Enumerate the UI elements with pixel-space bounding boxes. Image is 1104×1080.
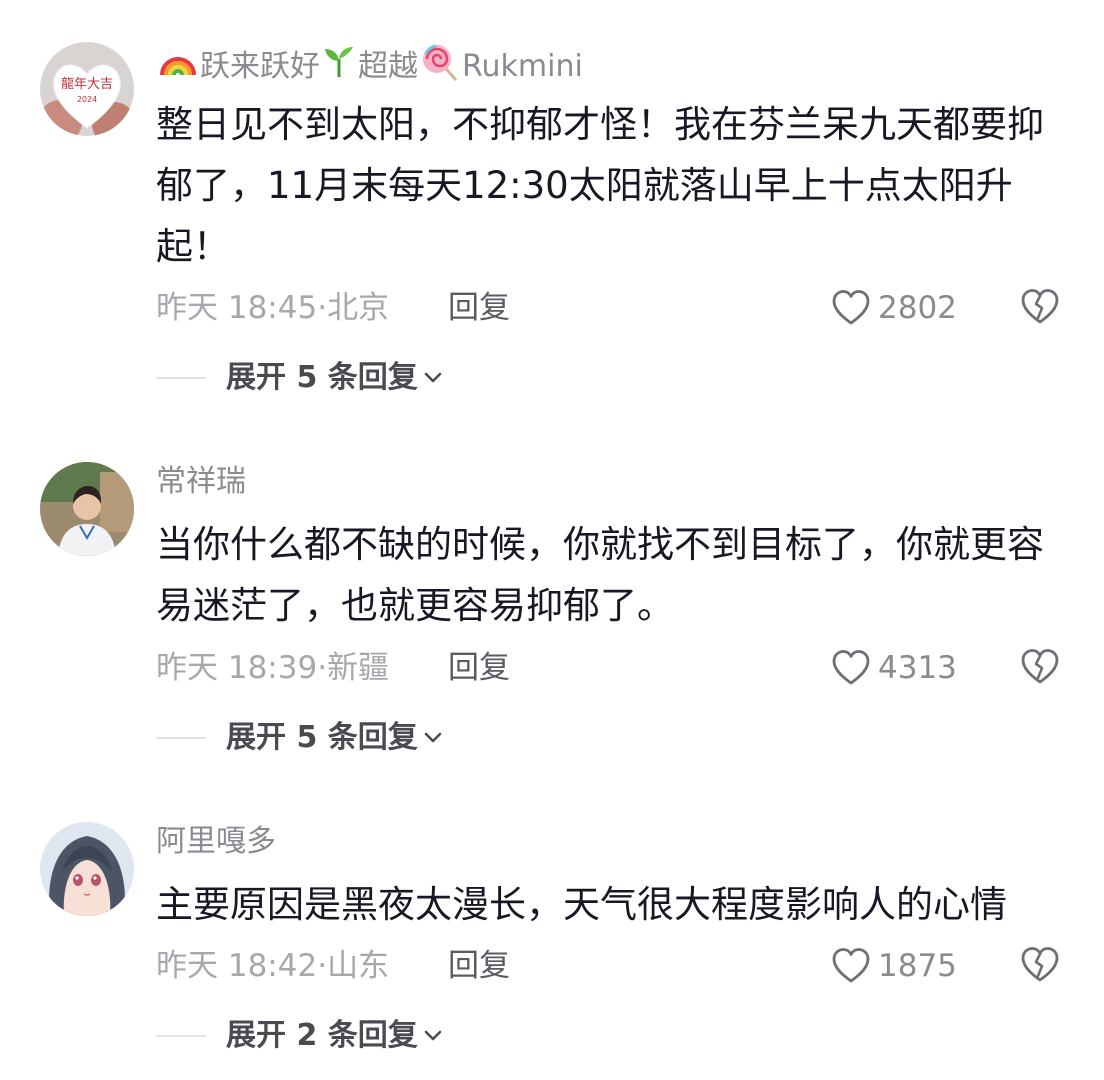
meta-separator: ·	[317, 650, 328, 686]
comment-text: 整日见不到太阳，不抑郁才怪！我在芬兰呆九天都要抑郁了，11月末每天12:30太阳…	[156, 103, 1044, 268]
like-button[interactable]: 1875	[831, 944, 957, 988]
comment-meta: 昨天 18:45·北京	[156, 288, 389, 328]
avatar[interactable]	[40, 462, 134, 556]
username-part: 跃来跃好	[200, 49, 320, 84]
divider-line	[156, 1035, 206, 1037]
reply-button[interactable]: 回复	[448, 288, 510, 328]
like-button[interactable]: 2802	[831, 286, 957, 330]
avatar-logo-text: 龍年大吉	[61, 76, 113, 92]
comment-meta: 昨天 18:39·新疆	[156, 648, 389, 688]
seedling-icon	[322, 45, 356, 90]
avatar-image	[40, 462, 134, 556]
divider-line	[156, 737, 206, 739]
heart-outline-icon	[832, 948, 870, 983]
username[interactable]: 常祥瑞	[156, 462, 246, 502]
avatar-image	[40, 822, 134, 916]
heart-outline-icon	[832, 650, 870, 685]
dislike-button[interactable]	[1020, 648, 1060, 688]
chevron-down-icon	[424, 732, 442, 743]
expand-replies[interactable]: 展开 5 条回复	[156, 718, 442, 758]
heart-outline-icon	[832, 290, 870, 325]
broken-heart-icon	[1021, 649, 1059, 684]
comment-time: 昨天 18:39	[156, 650, 318, 686]
dislike-button[interactable]	[1020, 946, 1060, 986]
dislike-button[interactable]	[1020, 288, 1060, 328]
comment-time: 昨天 18:42	[156, 948, 318, 984]
username[interactable]: 阿里嘎多	[156, 822, 276, 862]
comment-location: 北京	[327, 290, 390, 326]
avatar-image: 龍年大吉 2024	[40, 42, 134, 136]
username[interactable]: 跃来跃好 超越 Rukmini	[156, 42, 583, 93]
comment-location: 新疆	[327, 650, 390, 686]
avatar[interactable]	[40, 822, 134, 916]
rainbow-icon	[158, 47, 198, 88]
chevron-down-icon	[424, 372, 442, 383]
expand-replies-label: 展开 5 条回复	[226, 360, 418, 395]
username-part: 超越	[358, 49, 418, 84]
expand-replies-label: 展开 5 条回复	[226, 720, 418, 755]
expand-replies[interactable]: 展开 5 条回复	[156, 358, 442, 398]
like-count: 4313	[878, 650, 957, 686]
svg-text:2024: 2024	[77, 95, 97, 104]
broken-heart-icon	[1021, 947, 1059, 982]
like-count: 2802	[878, 290, 957, 326]
like-count: 1875	[878, 948, 957, 984]
broken-heart-icon	[1021, 289, 1059, 324]
comment-text: 主要原因是黑夜太漫长，天气很大程度影响人的心情	[156, 883, 1007, 926]
chevron-down-icon	[424, 1030, 442, 1041]
meta-separator: ·	[317, 290, 328, 326]
meta-separator: ·	[317, 948, 328, 984]
avatar[interactable]: 龍年大吉 2024	[40, 42, 134, 136]
like-button[interactable]: 4313	[831, 646, 957, 690]
comment-time: 昨天 18:45	[156, 290, 318, 326]
reply-button[interactable]: 回复	[448, 648, 510, 688]
comment-location: 山东	[327, 948, 390, 984]
reply-button[interactable]: 回复	[448, 946, 510, 986]
divider-line	[156, 377, 206, 379]
expand-replies[interactable]: 展开 2 条回复	[156, 1016, 442, 1056]
comment-meta: 昨天 18:42·山东	[156, 946, 389, 986]
username-part: Rukmini	[462, 49, 583, 84]
expand-replies-label: 展开 2 条回复	[226, 1018, 418, 1053]
lollipop-icon	[420, 42, 460, 93]
comment-text: 当你什么都不缺的时候，你就找不到目标了，你就更容易迷茫了，也就更容易抑郁了。	[156, 523, 1044, 627]
